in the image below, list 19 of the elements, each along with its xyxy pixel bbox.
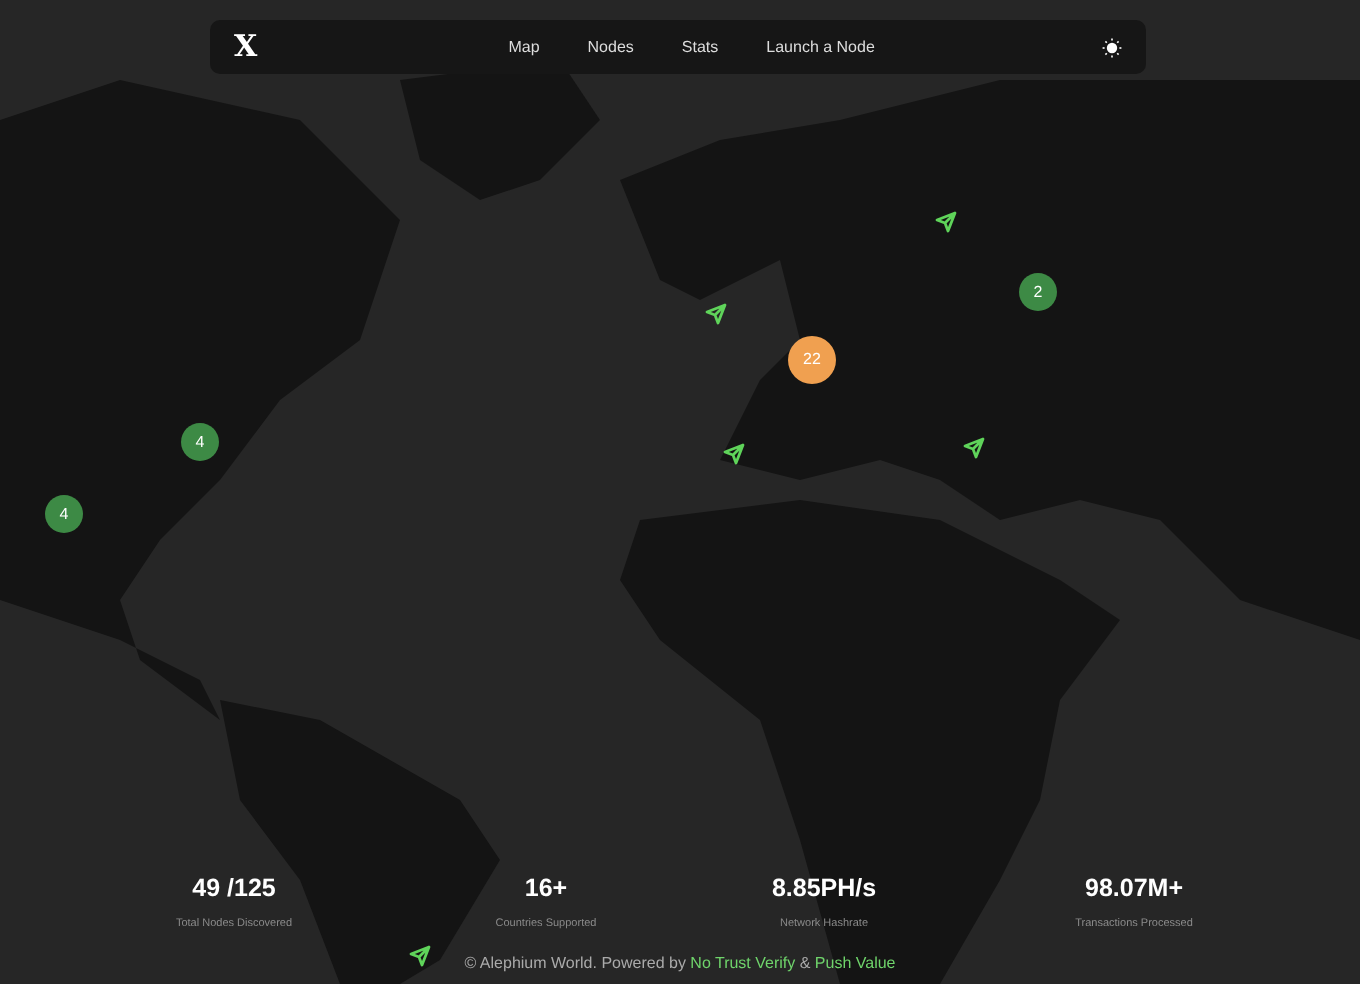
nav-link[interactable]: Stats bbox=[681, 35, 719, 59]
stat-value: 16+ bbox=[522, 872, 570, 906]
node-marker-icon[interactable] bbox=[963, 437, 985, 459]
footer-link[interactable]: Push Value bbox=[814, 954, 896, 972]
stat-value: 49 /125 bbox=[190, 872, 278, 906]
node-marker-icon[interactable] bbox=[723, 443, 745, 465]
theme-toggle-icon[interactable] bbox=[1101, 37, 1122, 57]
stat-value: 98.07M+ bbox=[1083, 872, 1185, 906]
copyright-text: © Alephium World. Powered by bbox=[464, 954, 688, 972]
node-marker-icon[interactable] bbox=[409, 945, 431, 967]
node-marker-icon[interactable] bbox=[705, 303, 727, 325]
separator-text: & bbox=[797, 954, 813, 972]
nav-link[interactable]: Nodes bbox=[587, 35, 634, 59]
footer-link[interactable]: No Trust Verify bbox=[690, 954, 796, 972]
stat-value: 8.85PH/s bbox=[769, 872, 879, 906]
nav-link[interactable]: Map bbox=[508, 35, 540, 59]
logo[interactable]: X bbox=[234, 32, 258, 62]
nav-link[interactable]: Launch a Node bbox=[766, 35, 875, 59]
node-marker-icon[interactable] bbox=[935, 211, 957, 233]
